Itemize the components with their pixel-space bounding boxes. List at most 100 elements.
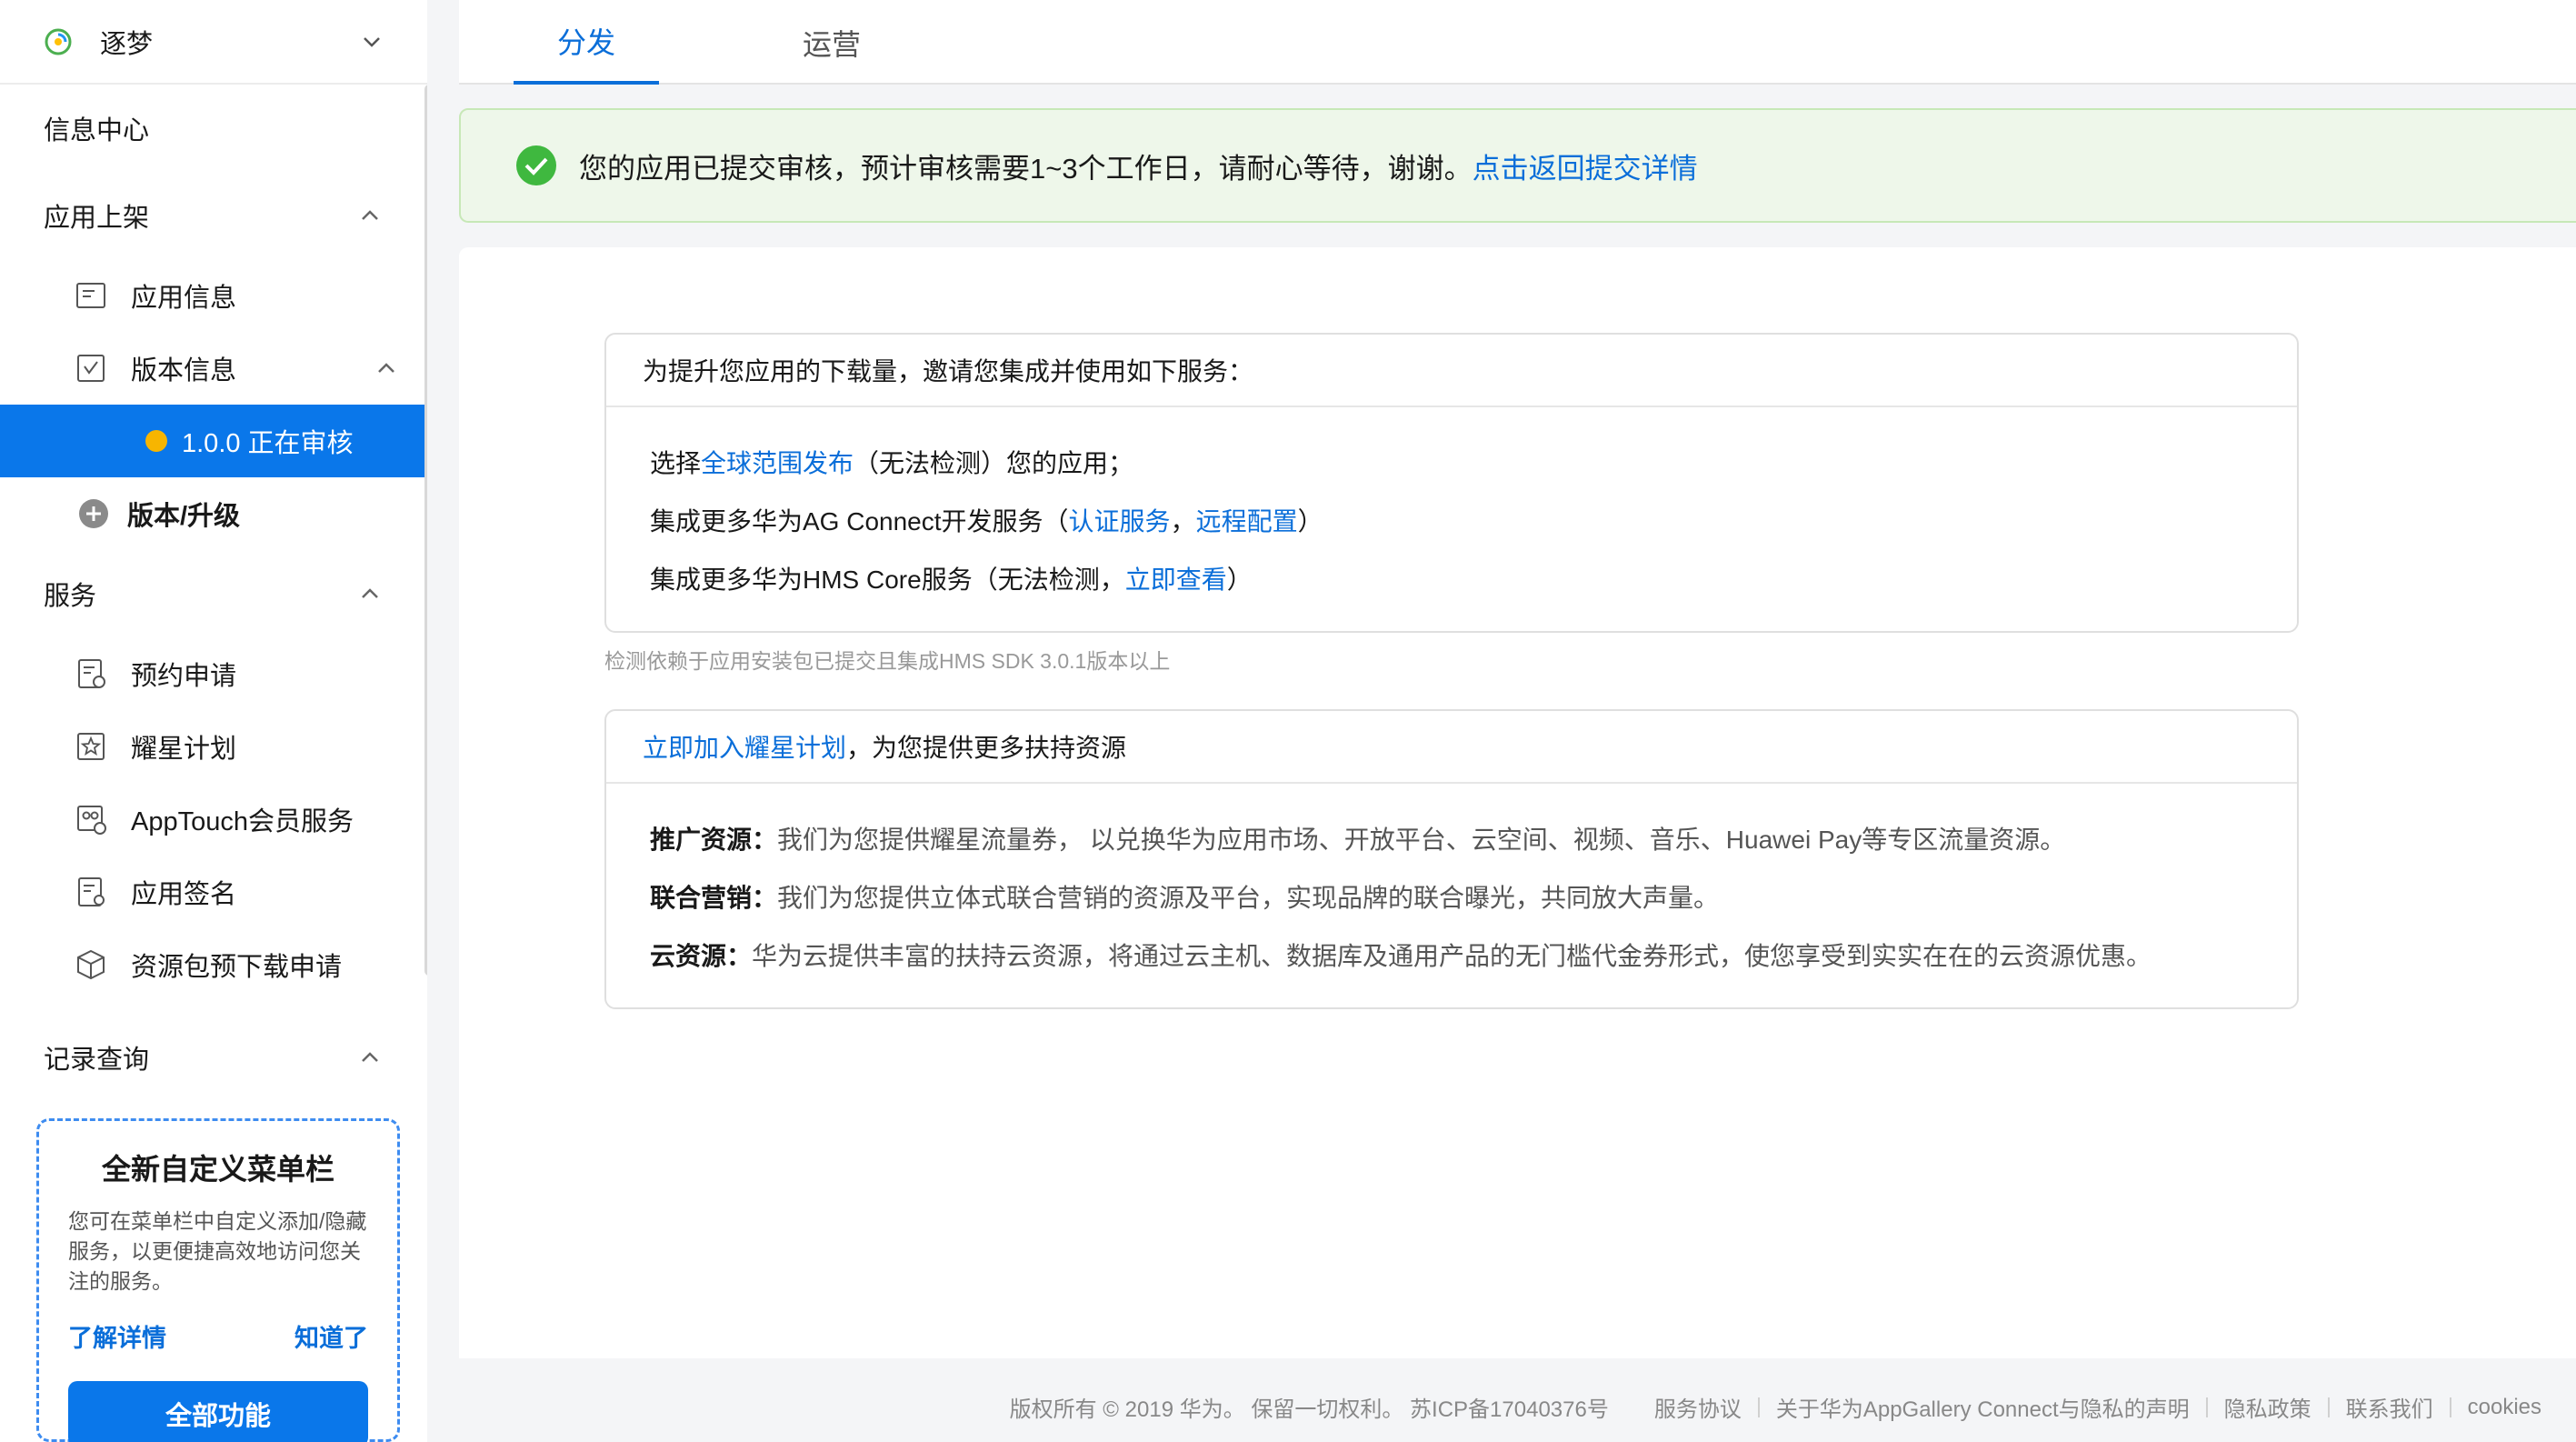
sidebar-item-label: 资源包预下载申请 (131, 953, 343, 982)
document-icon (76, 283, 105, 308)
resource-label: 推广资源： (650, 826, 778, 854)
chevron-up-icon (378, 363, 394, 373)
plus-circle-icon (79, 499, 108, 528)
custom-menu-promo: 全新自定义菜单栏 您可在菜单栏中自定义添加/隐藏服务，以更便捷高效地访问您关注的… (36, 1118, 400, 1442)
sidebar-item-label: 耀星计划 (131, 735, 237, 764)
footer-link-cookies[interactable]: cookies (2468, 1395, 2541, 1420)
footer-divider (2205, 1397, 2208, 1417)
sidebar-item-label: 应用签名 (131, 880, 237, 909)
chevron-up-icon (362, 210, 378, 220)
footer-link-privacy-statement[interactable]: 关于华为AppGallery Connect与隐私的声明 (1776, 1391, 2190, 1423)
detection-note: 检测依赖于应用安装包已提交且集成HMS SDK 3.0.1版本以上 (604, 649, 1171, 673)
footer-divider (1757, 1397, 1760, 1417)
integration-card-title: 为提升您应用的下载量，邀请您集成并使用如下服务： (606, 335, 2297, 407)
remote-config-link[interactable]: 远程配置 (1196, 502, 1298, 538)
sidebar: 逐梦 信息中心 应用上架 应用信息 版本信息 1.0.0 正在审核 版本/升级 … (0, 0, 427, 1442)
integration-card: 为提升您应用的下载量，邀请您集成并使用如下服务： 选择 全球范围发布 （无法检测… (604, 333, 2299, 633)
sidebar-group-records[interactable]: 记录查询 (0, 1014, 425, 1101)
view-now-link[interactable]: 立即查看 (1125, 560, 1227, 596)
resource-text: 我们为您提供耀星流量券， 以兑换华为应用市场、开放平台、云空间、视频、音乐、Hu… (777, 826, 2066, 854)
sidebar-item-label: AppTouch会员服务 (131, 807, 354, 836)
sidebar-group-label: 应用上架 (44, 204, 150, 233)
page-footer: 版权所有 © 2019 华为。 保留一切权利。 苏ICP备17040376号 服… (1010, 1391, 2541, 1423)
line-text: 集成更多华为HMS Core服务（无法检测， (650, 566, 1125, 594)
notice-text: 您的应用已提交审核，预计审核需要1~3个工作日，请耐心等待，谢谢。 (579, 152, 1473, 185)
auth-service-link[interactable]: 认证服务 (1069, 502, 1171, 538)
resource-text: 华为云提供丰富的扶持云资源，将通过云主机、数据库及通用产品的无门槛代金券形式，使… (752, 942, 2152, 970)
tab-operations[interactable]: 运营 (759, 0, 904, 85)
sidebar-item-app-signing[interactable]: 应用签名 (0, 856, 425, 928)
all-features-button[interactable]: 全部功能 (68, 1381, 368, 1442)
members-icon (77, 806, 106, 835)
sidebar-item-label: 预约申请 (131, 662, 237, 691)
resource-text: 我们为您提供立体式联合营销的资源及平台，实现品牌的联合曝光，共同放大声量。 (777, 884, 1720, 912)
sidebar-group-app-listing[interactable]: 应用上架 (0, 172, 425, 259)
sidebar-item-info-center[interactable]: 信息中心 (0, 85, 425, 172)
ag-connect-line: 集成更多华为AG Connect开发服务（ 认证服务 ， 远程配置 ） (650, 491, 2297, 549)
resource-row-marketing: 联合营销： 我们为您提供立体式联合营销的资源及平台，实现品牌的联合曝光，共同放大… (650, 867, 2297, 926)
line-text: ， (1170, 507, 1196, 536)
promo-title: 全新自定义菜单栏 (101, 1153, 334, 1186)
card-title-text: ，为您提供更多扶持资源 (846, 734, 1127, 762)
sidebar-item-label: 应用信息 (131, 284, 237, 313)
reservation-doc-icon (78, 659, 105, 688)
star-plan-card: 立即加入耀星计划 ，为您提供更多扶持资源 推广资源： 我们为您提供耀星流量券， … (604, 709, 2299, 1009)
footer-spacer (1625, 1397, 1638, 1417)
chevron-up-icon (362, 588, 378, 598)
line-text: 选择 (650, 449, 702, 477)
version-check-icon (77, 355, 105, 382)
app-name: 逐梦 (100, 29, 154, 59)
sidebar-menu: 信息中心 应用上架 应用信息 版本信息 1.0.0 正在审核 版本/升级 服务 … (0, 85, 425, 1101)
learn-more-link[interactable]: 了解详情 (68, 1318, 166, 1354)
app-switcher[interactable]: 逐梦 (0, 0, 427, 85)
integration-card-body: 选择 全球范围发布 （无法检测）您的应用； 集成更多华为AG Connect开发… (606, 407, 2297, 607)
main-content: 为提升您应用的下载量，邀请您集成并使用如下服务： 选择 全球范围发布 （无法检测… (459, 247, 2576, 1358)
footer-link-contact[interactable]: 联系我们 (2346, 1391, 2433, 1423)
add-version-label: 版本/升级 (127, 502, 241, 531)
sidebar-item-label: 版本信息 (131, 356, 237, 386)
back-to-submission-link[interactable]: 点击返回提交详情 (1473, 145, 1698, 186)
star-badge-icon (77, 733, 105, 760)
sidebar-item-label: 信息中心 (44, 116, 150, 145)
sidebar-item-reservation[interactable]: 预约申请 (0, 637, 425, 710)
chevron-down-icon[interactable] (360, 30, 384, 54)
app-logo-icon (45, 28, 72, 55)
got-it-link[interactable]: 知道了 (295, 1318, 368, 1354)
sidebar-item-active-version[interactable]: 1.0.0 正在审核 (0, 405, 425, 477)
global-release-link[interactable]: 全球范围发布 (701, 444, 854, 480)
promo-description: 您可在菜单栏中自定义添加/隐藏服务，以更便捷高效地访问您关注的服务。 (68, 1209, 367, 1293)
footer-divider (2327, 1397, 2330, 1417)
join-star-plan-link[interactable]: 立即加入耀星计划 (643, 728, 846, 765)
hms-core-line: 集成更多华为HMS Core服务（无法检测， 立即查看 ） (650, 549, 2297, 607)
add-version-button[interactable]: 版本/升级 (0, 477, 425, 550)
sidebar-item-app-info[interactable]: 应用信息 (0, 259, 425, 332)
sidebar-group-services[interactable]: 服务 (0, 550, 425, 637)
resource-row-promotion: 推广资源： 我们为您提供耀星流量券， 以兑换华为应用市场、开放平台、云空间、视频… (650, 809, 2297, 867)
star-plan-card-title: 立即加入耀星计划 ，为您提供更多扶持资源 (606, 711, 2297, 784)
chevron-up-icon (362, 1052, 378, 1062)
footer-divider (2449, 1397, 2451, 1417)
global-release-line: 选择 全球范围发布 （无法检测）您的应用； (650, 433, 2297, 491)
sidebar-item-label: 1.0.0 正在审核 (182, 429, 354, 458)
tab-distribution[interactable]: 分发 (514, 0, 659, 85)
promo-links: 了解详情 知道了 (68, 1318, 368, 1354)
signing-doc-icon (78, 877, 105, 906)
sidebar-scrollbar[interactable] (424, 85, 427, 976)
star-plan-card-body: 推广资源： 我们为您提供耀星流量券， 以兑换华为应用市场、开放平台、云空间、视频… (606, 784, 2297, 984)
sidebar-item-resource-predownload[interactable]: 资源包预下载申请 (0, 928, 425, 1001)
sidebar-item-apptouch[interactable]: AppTouch会员服务 (0, 783, 425, 856)
submission-notice: 您的应用已提交审核，预计审核需要1~3个工作日，请耐心等待，谢谢。 点击返回提交… (459, 108, 2576, 223)
line-text: 集成更多华为AG Connect开发服务（ (650, 507, 1069, 536)
footer-link-service-agreement[interactable]: 服务协议 (1654, 1391, 1742, 1423)
sidebar-item-version-info[interactable]: 版本信息 (0, 332, 425, 405)
sidebar-group-label: 记录查询 (44, 1046, 150, 1075)
top-tabs: 分发 运营 (459, 0, 2576, 85)
resource-label: 云资源： (650, 942, 753, 970)
pending-status-icon (145, 430, 167, 452)
line-text: ） (1226, 566, 1253, 594)
footer-link-privacy-policy[interactable]: 隐私政策 (2224, 1391, 2311, 1423)
resource-row-cloud: 云资源： 华为云提供丰富的扶持云资源，将通过云主机、数据库及通用产品的无门槛代金… (650, 926, 2297, 984)
resource-label: 联合营销： (650, 884, 778, 912)
sidebar-item-star-plan[interactable]: 耀星计划 (0, 710, 425, 783)
line-text: （无法检测）您的应用； (854, 449, 1134, 477)
